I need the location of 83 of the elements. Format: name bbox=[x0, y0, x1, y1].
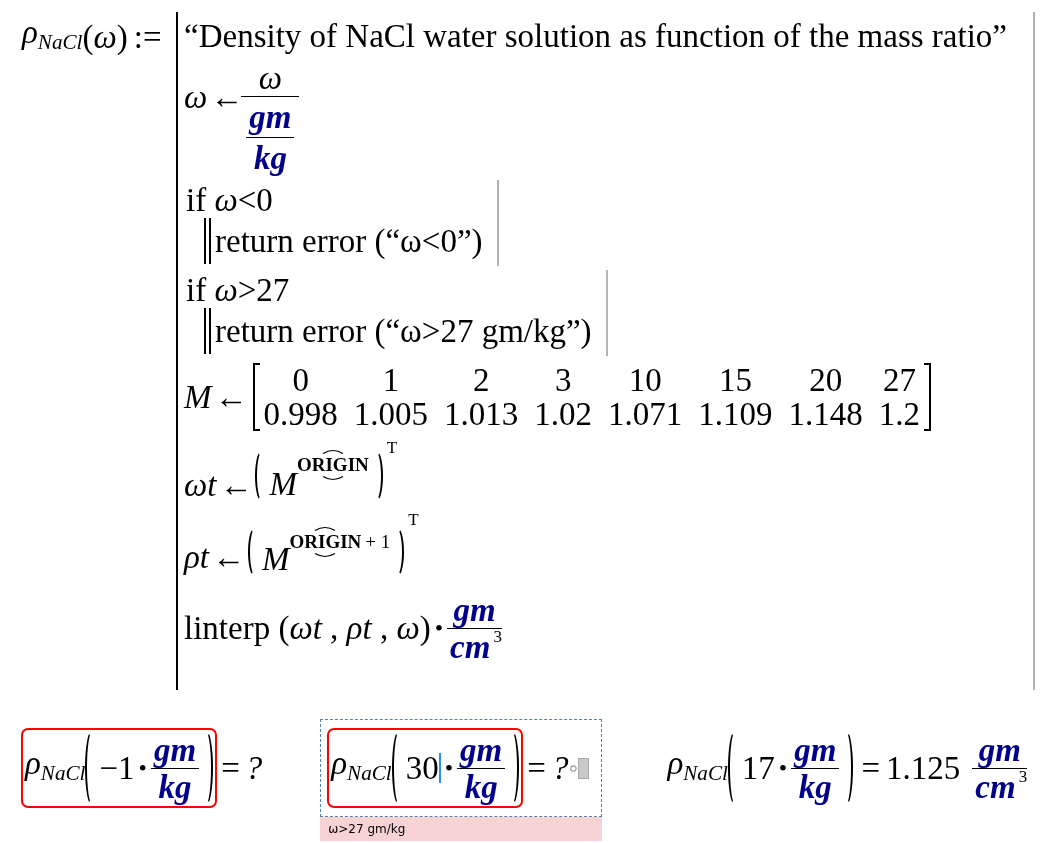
argument-value: 17 bbox=[741, 750, 775, 786]
matrix-cell: 1.02 bbox=[534, 397, 592, 431]
unit-text: gm bbox=[792, 731, 838, 768]
matrix-cell: 1 bbox=[382, 363, 400, 397]
function-name: ρ$_{NaCl}$ bbox=[331, 745, 392, 787]
unit-exponent: 3 bbox=[493, 626, 502, 647]
matrix-variable: M bbox=[269, 466, 297, 502]
unit-text: kg bbox=[157, 768, 193, 805]
numerator-variable: ω bbox=[258, 60, 283, 96]
ring-icon bbox=[570, 764, 578, 772]
matrix-cell: 15 bbox=[718, 363, 752, 397]
matrix-cell: 1.071 bbox=[608, 397, 683, 431]
assign-arrow: ← bbox=[209, 79, 245, 115]
function-argument: (ω) bbox=[82, 19, 128, 55]
function-name: ρ$_{NaCl}$ bbox=[25, 745, 86, 787]
arc-icon bbox=[314, 525, 337, 531]
condition-text: if ω>27 bbox=[186, 272, 291, 308]
arc-icon bbox=[314, 553, 337, 559]
function-name: ρ$_{NaCl}$ bbox=[22, 14, 83, 54]
result-value: 1.125 bbox=[886, 750, 961, 786]
error-tooltip: ω>27 gm/kg bbox=[320, 817, 603, 841]
unit-text: gm bbox=[452, 591, 497, 628]
matrix-cell: 20 bbox=[809, 363, 843, 397]
argument-value: −1 bbox=[99, 750, 135, 786]
multiplication-dot: • bbox=[777, 754, 789, 783]
variable: ωt bbox=[184, 467, 217, 503]
equals-sign: = bbox=[527, 750, 546, 786]
equals-sign: = bbox=[861, 750, 881, 786]
return-statement: return error (“ω<0”) bbox=[215, 223, 483, 259]
matrix-variable: M bbox=[262, 541, 290, 577]
comment-string: “Density of NaCl water solution as function of the mass ratio” bbox=[184, 18, 1007, 54]
multiplication-dot: • bbox=[433, 614, 445, 643]
double-bar-icon bbox=[204, 308, 211, 354]
multiplication-dot: • bbox=[137, 754, 148, 783]
variable: M bbox=[184, 379, 212, 415]
arc-icon bbox=[321, 476, 344, 482]
arc-icon bbox=[321, 448, 344, 454]
transpose-symbol: T bbox=[408, 512, 419, 528]
multiplication-dot: • bbox=[443, 754, 455, 783]
unit-text: kg bbox=[252, 139, 288, 178]
definition-operator: := bbox=[133, 19, 162, 55]
column-index-text: ORIGIN bbox=[289, 531, 362, 552]
unit-text: gm bbox=[977, 731, 1022, 768]
function-name: ρ$_{NaCl}$ bbox=[667, 745, 728, 787]
function-call: linterp (ωt , ρt , ω) bbox=[184, 610, 431, 646]
unit-text: gm bbox=[458, 731, 504, 768]
matrix-cell: 1.148 bbox=[788, 397, 863, 431]
unit-placeholder-icon[interactable] bbox=[578, 757, 590, 779]
transpose-symbol: T bbox=[386, 440, 398, 456]
unit-text: gm bbox=[152, 731, 198, 768]
variable: ω bbox=[184, 79, 208, 115]
condition-text: if ω<0 bbox=[186, 182, 274, 218]
variable: ρt bbox=[184, 539, 209, 575]
result-value: ? bbox=[551, 750, 569, 786]
matrix-cell: 27 bbox=[882, 363, 916, 397]
argument-value: 30 bbox=[405, 750, 439, 786]
closing-bracket-icon bbox=[924, 363, 931, 431]
unit-text: cm bbox=[449, 628, 492, 665]
matrix-cell: 1.005 bbox=[353, 397, 428, 431]
unit-text: cm bbox=[974, 768, 1017, 805]
assign-arrow: ← bbox=[211, 539, 246, 575]
unit-text: gm bbox=[247, 98, 293, 137]
double-bar-icon bbox=[204, 218, 211, 264]
matrix-cell: 1.013 bbox=[444, 397, 519, 431]
opening-bracket-icon bbox=[252, 363, 260, 431]
unit-text: kg bbox=[797, 768, 833, 805]
index-offset-text: + 1 bbox=[365, 532, 391, 552]
assign-arrow: ← bbox=[213, 379, 249, 415]
return-statement: return error (“ω>27 gm/kg”) bbox=[215, 313, 592, 349]
matrix-cell: 0.998 bbox=[263, 397, 338, 431]
result-value: ? bbox=[245, 750, 263, 786]
equals-sign: = bbox=[221, 750, 240, 786]
matrix-cell: 0 bbox=[292, 363, 309, 397]
column-index-text: ORIGIN bbox=[296, 454, 369, 475]
assign-arrow: ← bbox=[218, 467, 254, 503]
matrix-cell: 1.109 bbox=[698, 397, 773, 431]
matrix-cell: 1.2 bbox=[878, 397, 920, 431]
matrix-cell: 10 bbox=[628, 363, 662, 397]
unit-text: kg bbox=[463, 768, 499, 805]
matrix-cell: 3 bbox=[554, 363, 572, 397]
matrix-cell: 2 bbox=[472, 363, 490, 397]
unit-exponent: 3 bbox=[1018, 766, 1028, 787]
text-cursor bbox=[438, 753, 441, 783]
